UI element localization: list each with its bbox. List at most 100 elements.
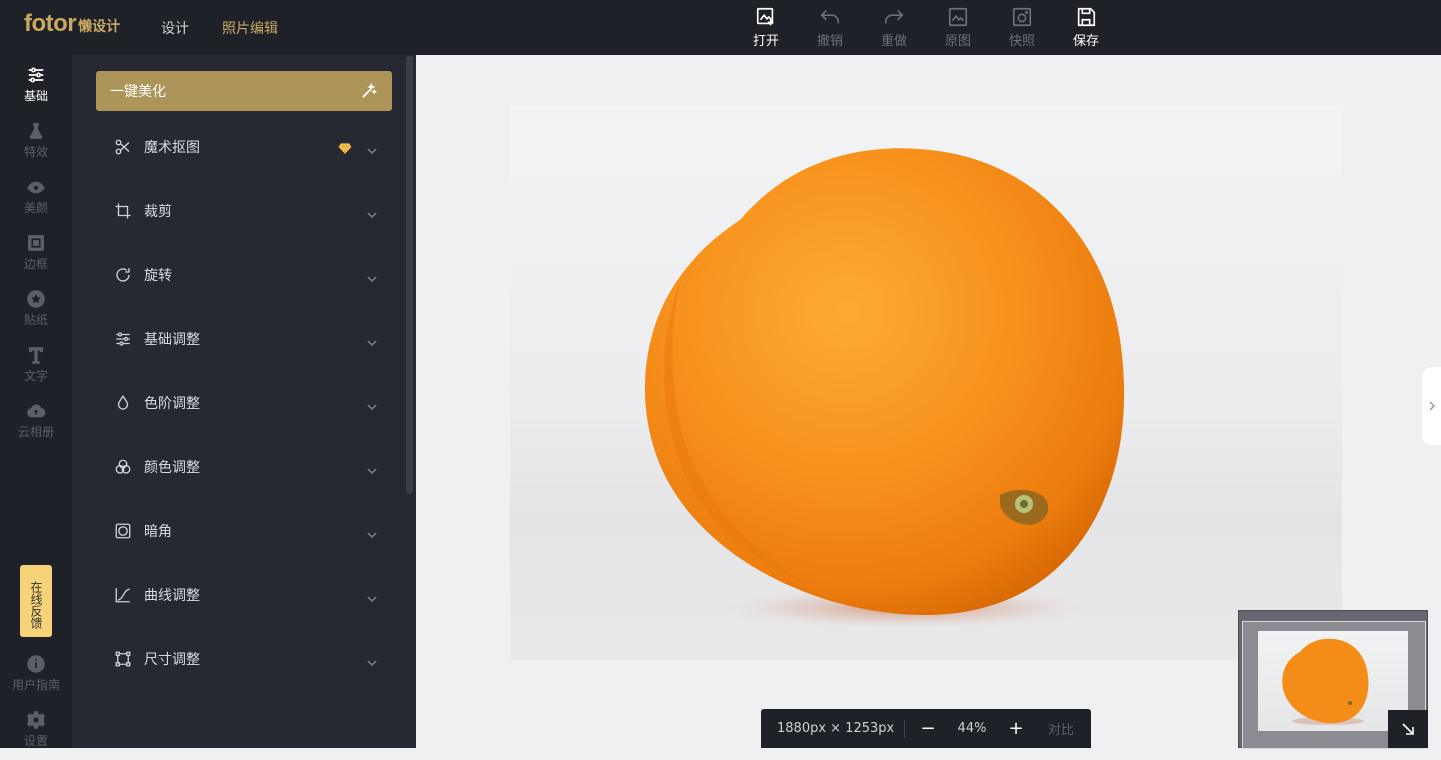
curve-icon bbox=[114, 586, 132, 604]
navigator-thumbnail bbox=[1258, 631, 1408, 731]
snapshot-icon bbox=[1012, 7, 1032, 27]
scissors-icon bbox=[114, 138, 132, 156]
logo-sub: 懒设计 bbox=[78, 19, 121, 35]
flask-icon bbox=[29, 123, 43, 139]
tool-label: 魔术抠图 bbox=[144, 140, 200, 156]
tool-label: 色阶调整 bbox=[144, 396, 200, 412]
save-label: 保存 bbox=[1072, 34, 1099, 49]
compare-button[interactable]: 对比 bbox=[1031, 719, 1091, 738]
panel-scrollbar[interactable] bbox=[406, 56, 413, 494]
info-icon bbox=[27, 655, 45, 673]
tool-basic-adjust[interactable]: 基础调整 bbox=[96, 319, 392, 359]
undo-button[interactable]: 撤销 bbox=[810, 6, 850, 50]
rail-item-text[interactable]: 文字 bbox=[0, 345, 72, 395]
eye-icon bbox=[27, 181, 45, 194]
rail-label: 用户指南 bbox=[11, 678, 60, 692]
beautify-label: 一键美化 bbox=[110, 84, 166, 100]
logo-brand: fotor bbox=[24, 10, 77, 37]
tool-magic-cutout[interactable]: 魔术抠图 bbox=[96, 127, 392, 167]
open-image-icon bbox=[756, 7, 774, 26]
open-button[interactable]: 打开 bbox=[746, 6, 786, 50]
chevron-down-icon[interactable] bbox=[366, 270, 378, 283]
premium-diamond-icon bbox=[338, 140, 352, 154]
snapshot-label: 快照 bbox=[1008, 34, 1035, 49]
crop-icon bbox=[114, 202, 132, 220]
sliders-icon bbox=[114, 330, 132, 348]
tool-label: 基础调整 bbox=[144, 332, 200, 348]
rail-item-frame[interactable]: 边框 bbox=[0, 233, 72, 283]
chevron-down-icon[interactable] bbox=[366, 334, 378, 347]
text-icon bbox=[28, 347, 44, 364]
zoom-bar: 1880px × 1253px − 44% + 对比 bbox=[761, 709, 1091, 748]
sticker-icon bbox=[27, 290, 45, 308]
tool-crop[interactable]: 裁剪 bbox=[96, 191, 392, 231]
edited-photo[interactable] bbox=[510, 105, 1342, 660]
tool-color-adjust[interactable]: 颜色调整 bbox=[96, 447, 392, 487]
rail-label: 设置 bbox=[23, 734, 48, 748]
tool-curves[interactable]: 曲线调整 bbox=[96, 575, 392, 615]
undo-label: 撤销 bbox=[816, 34, 843, 49]
drop-icon bbox=[114, 394, 132, 412]
tool-label: 暗角 bbox=[144, 524, 172, 540]
chevron-down-icon[interactable] bbox=[366, 142, 378, 155]
resize-icon bbox=[114, 650, 132, 668]
original-image-icon bbox=[948, 7, 968, 27]
rail-item-cloud[interactable]: 云相册 bbox=[0, 401, 72, 451]
original-button[interactable]: 原图 bbox=[938, 6, 978, 50]
rail-item-beauty[interactable]: 美颜 bbox=[0, 177, 72, 227]
orange-thumbnail-image bbox=[1282, 638, 1369, 725]
vignette-icon bbox=[114, 522, 132, 540]
tool-label: 裁剪 bbox=[144, 204, 172, 220]
rail-label: 特效 bbox=[23, 145, 48, 159]
orange-image bbox=[644, 148, 1125, 630]
original-label: 原图 bbox=[944, 34, 971, 49]
zoom-out-button[interactable]: − bbox=[913, 718, 943, 739]
tool-label: 尺寸调整 bbox=[144, 652, 200, 668]
magic-wand-icon bbox=[362, 82, 378, 98]
one-click-beautify-button[interactable]: 一键美化 bbox=[96, 71, 392, 111]
chevron-down-icon[interactable] bbox=[366, 654, 378, 667]
tool-resize[interactable]: 尺寸调整 bbox=[96, 639, 392, 679]
chevron-down-icon[interactable] bbox=[366, 206, 378, 219]
tool-rotate[interactable]: 旋转 bbox=[96, 255, 392, 295]
tool-label: 颜色调整 bbox=[144, 460, 200, 476]
rail-item-guide[interactable]: 用户指南 bbox=[0, 654, 72, 704]
save-button[interactable]: 保存 bbox=[1066, 6, 1106, 50]
chevron-right-icon bbox=[1428, 401, 1435, 411]
undo-icon bbox=[820, 9, 840, 24]
navigator-collapse-button[interactable] bbox=[1388, 710, 1428, 748]
tool-label: 曲线调整 bbox=[144, 588, 200, 604]
fotor-logo[interactable]: fotor 懒设计 bbox=[24, 10, 120, 42]
tool-vignette[interactable]: 暗角 bbox=[96, 511, 392, 551]
rail-item-basic[interactable]: 基础 bbox=[0, 65, 72, 115]
rail-label: 基础 bbox=[23, 89, 48, 103]
zoom-level: 44% bbox=[957, 721, 987, 736]
chevron-down-icon[interactable] bbox=[366, 526, 378, 539]
rail-label: 贴纸 bbox=[23, 313, 48, 327]
chevron-down-icon[interactable] bbox=[366, 590, 378, 603]
rail-item-effects[interactable]: 特效 bbox=[0, 121, 72, 171]
nav-photo-edit[interactable]: 照片编辑 bbox=[222, 18, 278, 38]
snapshot-button[interactable]: 快照 bbox=[1002, 6, 1042, 50]
open-label: 打开 bbox=[752, 34, 779, 49]
chevron-down-icon[interactable] bbox=[366, 398, 378, 411]
right-panel-toggle[interactable] bbox=[1422, 367, 1441, 445]
zoom-in-button[interactable]: + bbox=[1001, 718, 1031, 739]
left-rail: 基础 特效 美颜 边框 贴纸 文字 云相册 在线反馈 用户指南 设置 bbox=[0, 55, 72, 748]
nav-design[interactable]: 设计 bbox=[161, 18, 189, 38]
tool-label: 旋转 bbox=[144, 268, 172, 284]
chevron-down-icon[interactable] bbox=[366, 462, 378, 475]
frame-icon bbox=[28, 235, 44, 251]
rail-item-sticker[interactable]: 贴纸 bbox=[0, 289, 72, 339]
cloud-upload-icon bbox=[27, 404, 46, 418]
redo-label: 重做 bbox=[880, 34, 907, 49]
rail-label: 云相册 bbox=[17, 425, 54, 439]
redo-icon bbox=[884, 9, 904, 24]
arrow-down-right-icon bbox=[1402, 723, 1414, 735]
rail-label: 美颜 bbox=[23, 201, 48, 215]
tool-levels[interactable]: 色阶调整 bbox=[96, 383, 392, 423]
rail-item-settings[interactable]: 设置 bbox=[0, 710, 72, 760]
feedback-button[interactable]: 在线反馈 bbox=[20, 565, 52, 637]
gear-icon bbox=[26, 711, 46, 729]
redo-button[interactable]: 重做 bbox=[874, 6, 914, 50]
